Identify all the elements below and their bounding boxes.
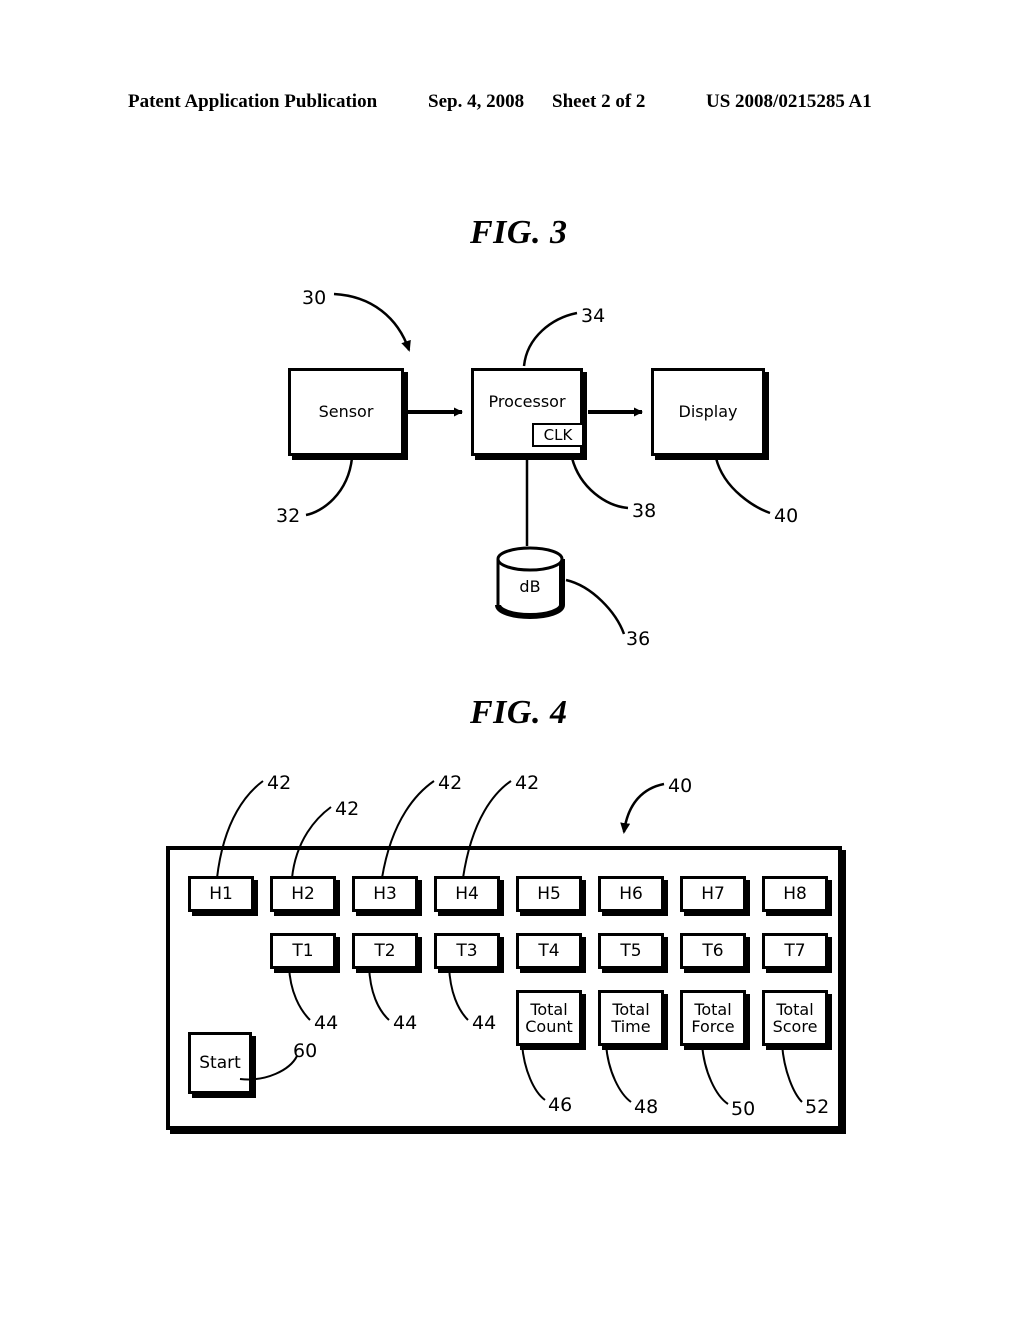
ref-44-t3: 44 — [472, 1012, 497, 1034]
key-h3[interactable]: H3 — [352, 876, 418, 912]
key-total-count-line2: Count — [525, 1017, 573, 1036]
display-panel: H1 H2 H3 H4 H5 H6 H7 H8 T1 T2 T3 T4 T5 T… — [166, 846, 842, 1130]
key-h4-label: H4 — [455, 884, 479, 904]
key-total-count[interactable]: Total Count — [516, 990, 582, 1046]
key-h6[interactable]: H6 — [598, 876, 664, 912]
ref-44-t2: 44 — [393, 1012, 418, 1034]
ref-42-h1: 42 — [267, 772, 292, 794]
key-h2-label: H2 — [291, 884, 315, 904]
key-total-force[interactable]: Total Force — [680, 990, 746, 1046]
key-t5[interactable]: T5 — [598, 933, 664, 969]
ref-44-t1: 44 — [314, 1012, 339, 1034]
key-h6-label: H6 — [619, 884, 643, 904]
key-h5[interactable]: H5 — [516, 876, 582, 912]
key-t1[interactable]: T1 — [270, 933, 336, 969]
key-t6[interactable]: T6 — [680, 933, 746, 969]
key-t2[interactable]: T2 — [352, 933, 418, 969]
key-t4[interactable]: T4 — [516, 933, 582, 969]
ref-60-start: 60 — [293, 1040, 318, 1062]
start-button-label: Start — [199, 1053, 241, 1073]
key-t7[interactable]: T7 — [762, 933, 828, 969]
ref-48-total-time: 48 — [634, 1096, 659, 1118]
key-t5-label: T5 — [620, 941, 642, 961]
key-t4-label: T4 — [538, 941, 560, 961]
key-h8-label: H8 — [783, 884, 807, 904]
figure-4: FIG. 4 H1 H2 H3 H4 H5 H6 H7 H8 T1 T2 T3 … — [0, 0, 1024, 1320]
ref-50-total-force: 50 — [731, 1098, 756, 1120]
key-h1-label: H1 — [209, 884, 233, 904]
key-total-time-line2: Time — [611, 1017, 651, 1036]
figure-4-title: FIG. 4 — [470, 694, 568, 731]
key-total-force-line1: Total — [694, 999, 732, 1019]
key-total-score-line2: Score — [772, 1017, 818, 1036]
ref-46-total-count: 46 — [548, 1094, 573, 1116]
key-t1-label: T1 — [292, 941, 314, 961]
key-t6-label: T6 — [702, 941, 724, 961]
ref-52-total-score: 52 — [805, 1096, 830, 1118]
ref-42-h2: 42 — [335, 798, 360, 820]
key-total-time[interactable]: Total Time — [598, 990, 664, 1046]
key-h2[interactable]: H2 — [270, 876, 336, 912]
ref-42-h4: 42 — [515, 772, 540, 794]
key-total-score[interactable]: Total Score — [762, 990, 828, 1046]
key-h8[interactable]: H8 — [762, 876, 828, 912]
key-t3[interactable]: T3 — [434, 933, 500, 969]
key-t3-label: T3 — [456, 941, 478, 961]
ref-40-panel: 40 — [668, 775, 693, 797]
key-h7[interactable]: H7 — [680, 876, 746, 912]
key-total-time-line1: Total — [612, 999, 650, 1019]
start-button[interactable]: Start — [188, 1032, 252, 1094]
key-h7-label: H7 — [701, 884, 725, 904]
key-h3-label: H3 — [373, 884, 397, 904]
key-h4[interactable]: H4 — [434, 876, 500, 912]
key-t2-label: T2 — [374, 941, 396, 961]
key-h5-label: H5 — [537, 884, 561, 904]
key-total-score-line1: Total — [776, 999, 814, 1019]
key-t7-label: T7 — [784, 941, 806, 961]
ref-42-h3: 42 — [438, 772, 463, 794]
key-total-force-line2: Force — [691, 1017, 735, 1036]
key-h1[interactable]: H1 — [188, 876, 254, 912]
key-total-count-line1: Total — [530, 999, 568, 1019]
